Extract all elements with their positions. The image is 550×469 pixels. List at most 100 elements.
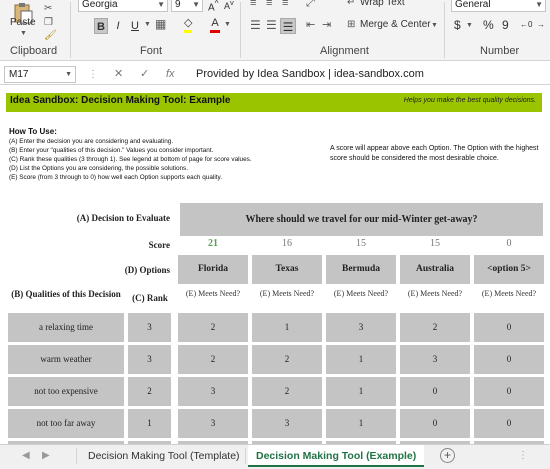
- score-cell[interactable]: 3: [178, 377, 248, 406]
- decrease-decimal-icon[interactable]: →: [537, 20, 545, 29]
- option-cell[interactable]: Australia: [400, 255, 470, 284]
- merge-center-icon[interactable]: ⊞: [347, 19, 355, 30]
- quality-cell[interactable]: a relaxing time: [8, 313, 124, 342]
- option-score: 0: [506, 238, 512, 249]
- paste-label: Paste: [10, 17, 36, 28]
- cancel-icon[interactable]: ✕: [114, 66, 123, 83]
- score-cell[interactable]: 2: [178, 345, 248, 374]
- rank-cell[interactable]: 1: [128, 409, 171, 438]
- option-cell[interactable]: Bermuda: [326, 255, 396, 284]
- howto-line: (A) Enter the decision you are consideri…: [9, 138, 174, 145]
- chevron-down-icon: ▼: [20, 30, 27, 37]
- borders-icon[interactable]: ▦: [155, 17, 166, 31]
- orientation-icon[interactable]: ⤢: [306, 0, 315, 10]
- wrap-text-button[interactable]: Wrap Text: [360, 0, 405, 8]
- wrap-text-icon[interactable]: ↵: [347, 0, 355, 8]
- howto-heading: How To Use:: [9, 127, 57, 136]
- align-bottom-icon[interactable]: ≡: [282, 0, 288, 9]
- name-box[interactable]: M17 ▼: [4, 66, 76, 83]
- score-cell[interactable]: 1: [252, 313, 322, 342]
- paste-button[interactable]: Paste ▼: [6, 2, 40, 42]
- score-cell[interactable]: 1: [326, 409, 396, 438]
- font-group-label: Font: [140, 45, 163, 57]
- option-cell[interactable]: Florida: [178, 255, 248, 284]
- formula-input[interactable]: Provided by Idea Sandbox | idea-sandbox.…: [196, 66, 424, 83]
- tab-example[interactable]: Decision Making Tool (Example): [248, 445, 425, 467]
- rank-header: (C) Rank: [132, 293, 168, 303]
- scroll-left-icon[interactable]: ◀: [22, 445, 30, 467]
- meets-need-header: (E) Meets Need?: [259, 289, 315, 298]
- rank-cell[interactable]: 3: [128, 313, 171, 342]
- insert-function-button[interactable]: fx: [166, 66, 175, 83]
- decrease-indent-icon[interactable]: ⇤: [306, 18, 315, 31]
- quality-cell[interactable]: not too expensive: [8, 377, 124, 406]
- copy-icon[interactable]: ❐: [44, 17, 53, 28]
- quality-cell[interactable]: not too far away: [8, 409, 124, 438]
- grow-font-icon[interactable]: A^: [208, 0, 219, 13]
- score-cell[interactable]: 0: [474, 409, 544, 438]
- score-cell[interactable]: 1: [326, 345, 396, 374]
- score-cell[interactable]: 2: [400, 313, 470, 342]
- options-label: (D) Options: [124, 265, 170, 275]
- score-note: A score will appear above each Option. T…: [330, 145, 539, 162]
- more-icon: ⋮: [518, 450, 528, 461]
- score-cell[interactable]: 3: [252, 409, 322, 438]
- score-cell[interactable]: 3: [326, 313, 396, 342]
- chevron-down-icon[interactable]: ▼: [224, 21, 231, 28]
- font-color-button[interactable]: A: [210, 17, 220, 33]
- font-size-dropdown[interactable]: 9 ▼: [171, 0, 203, 12]
- number-format-dropdown[interactable]: General ▼: [451, 0, 546, 12]
- align-middle-icon[interactable]: ≡: [266, 0, 272, 9]
- divider: [240, 2, 241, 58]
- currency-button[interactable]: $: [454, 18, 461, 32]
- score-cell[interactable]: 1: [326, 377, 396, 406]
- score-cell[interactable]: 0: [474, 377, 544, 406]
- score-cell[interactable]: 0: [474, 345, 544, 374]
- chevron-down-icon[interactable]: ▼: [144, 21, 151, 28]
- score-cell[interactable]: 0: [400, 377, 470, 406]
- score-cell[interactable]: 3: [178, 409, 248, 438]
- score-cell[interactable]: 3: [400, 345, 470, 374]
- meets-need-header: (E) Meets Need?: [407, 289, 463, 298]
- increase-indent-icon[interactable]: ⇥: [322, 18, 331, 31]
- font-name-dropdown[interactable]: Georgia ▼: [78, 0, 168, 12]
- option-score: 15: [356, 238, 366, 249]
- more-icon: ⋮: [88, 69, 98, 80]
- quality-cell[interactable]: warm weather: [8, 345, 124, 374]
- fill-color-icon[interactable]: ◇: [184, 17, 193, 33]
- rank-cell[interactable]: 3: [128, 345, 171, 374]
- align-right-button[interactable]: ☰: [280, 18, 296, 34]
- score-cell[interactable]: 2: [252, 345, 322, 374]
- score-cell[interactable]: 2: [252, 377, 322, 406]
- cut-icon[interactable]: ✂: [44, 3, 52, 14]
- rank-cell[interactable]: 2: [128, 377, 171, 406]
- option-cell[interactable]: <option 5>: [474, 255, 544, 284]
- align-left-icon[interactable]: ☰: [250, 18, 261, 32]
- decision-value[interactable]: Where should we travel for our mid-Winte…: [180, 203, 543, 236]
- comma-button[interactable]: 9: [502, 18, 509, 32]
- align-top-icon[interactable]: ≡: [250, 0, 256, 9]
- worksheet[interactable]: Idea Sandbox: Decision Making Tool: Exam…: [0, 87, 550, 444]
- increase-decimal-icon[interactable]: ←0: [520, 20, 532, 29]
- align-center-icon[interactable]: ☰: [266, 18, 277, 32]
- shrink-font-icon[interactable]: Av: [224, 0, 234, 11]
- format-painter-icon[interactable]: 🖌: [44, 30, 57, 41]
- underline-button[interactable]: U: [128, 18, 142, 34]
- bold-button[interactable]: B: [94, 18, 108, 34]
- enter-icon[interactable]: ✓: [140, 66, 149, 83]
- sheet-title: Idea Sandbox: Decision Making Tool: Exam…: [10, 95, 231, 106]
- option-cell[interactable]: Texas: [252, 255, 322, 284]
- add-sheet-icon[interactable]: +: [440, 448, 455, 463]
- merge-center-button[interactable]: Merge & Center: [360, 19, 431, 30]
- italic-button[interactable]: I: [111, 18, 125, 34]
- score-cell[interactable]: 0: [400, 409, 470, 438]
- font-name-value: Georgia: [82, 0, 118, 10]
- score-cell[interactable]: 0: [474, 313, 544, 342]
- score-cell[interactable]: 2: [178, 313, 248, 342]
- percent-button[interactable]: %: [483, 18, 494, 32]
- scroll-right-icon[interactable]: ▶: [42, 445, 50, 467]
- chevron-down-icon: ▼: [65, 71, 72, 78]
- chevron-down-icon[interactable]: ▼: [431, 22, 438, 29]
- chevron-down-icon[interactable]: ▼: [466, 22, 473, 29]
- tab-template[interactable]: Decision Making Tool (Template): [80, 445, 248, 467]
